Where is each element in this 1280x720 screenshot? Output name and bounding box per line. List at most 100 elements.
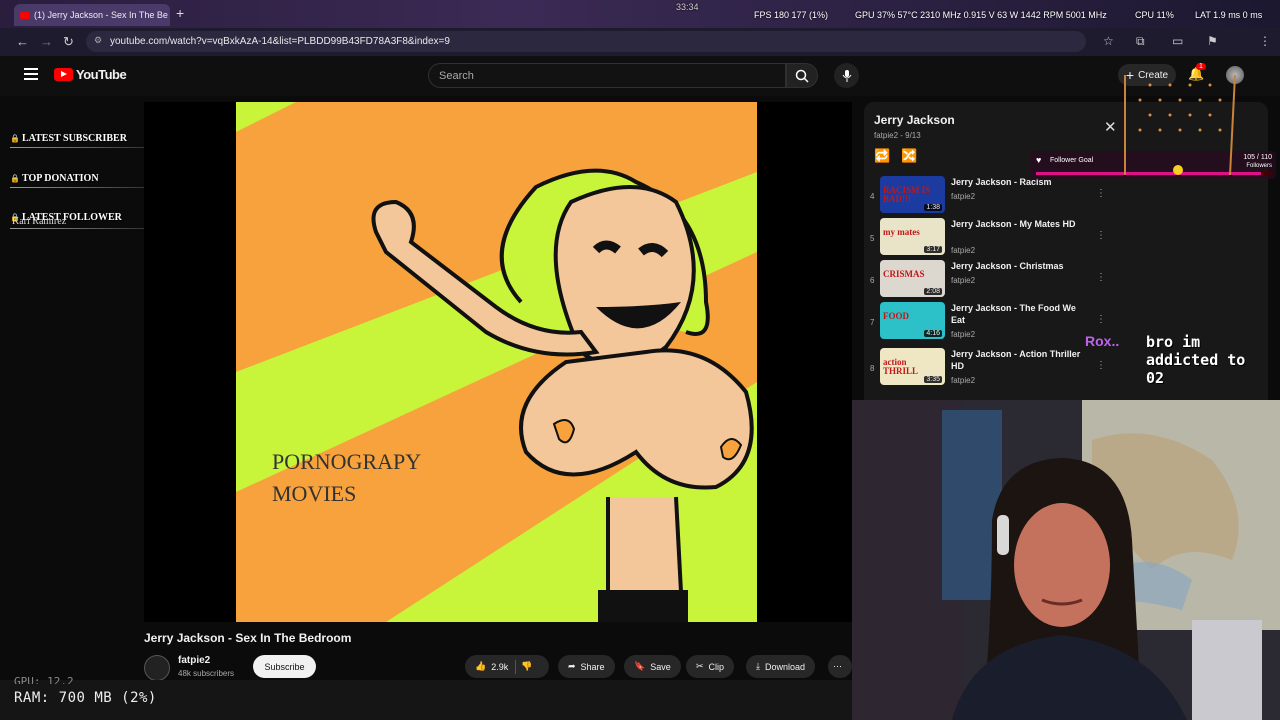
thumbs-down-icon[interactable]: 👎	[521, 661, 532, 672]
youtube-play-icon	[54, 68, 73, 81]
playlist-thumb-text: action THRILL	[883, 357, 919, 376]
voice-search-button[interactable]	[834, 63, 859, 88]
youtube-logo[interactable]: YouTube	[54, 67, 127, 82]
osd-lat: LAT 1.9 ms 0 ms	[1195, 10, 1263, 20]
clip-button[interactable]: ✂ Clip	[686, 655, 735, 678]
cast-icon[interactable]: ▭	[1172, 34, 1183, 48]
subscriber-count: 48k subscribers	[178, 669, 235, 678]
playlist-item-thumbnail[interactable]: RACISM IS BAD!!! 1:38	[880, 176, 945, 213]
browser-tab[interactable]: (1) Jerry Jackson - Sex In The Be ✕	[14, 4, 170, 26]
playlist-item[interactable]: 7 FOOD 4:16 Jerry Jackson - The Food We Eat…	[866, 302, 1106, 344]
more-horizontal-icon: ⋯	[833, 661, 842, 671]
playlist-item-menu-icon[interactable]: ⋮	[1096, 314, 1106, 325]
playlist-thumb-text: CRISMAS	[883, 269, 925, 279]
playlist-thumb-text: RACISM IS BAD!!!	[883, 185, 931, 204]
playlist-item-thumbnail[interactable]: CRISMAS 2:08	[880, 260, 945, 297]
heart-icon: ♥	[1036, 155, 1042, 165]
share-button[interactable]: ➦ Share	[558, 655, 615, 678]
latest-subscriber-label: LATEST SUBSCRIBER	[10, 133, 127, 144]
playlist-item-channel[interactable]: fatpie2	[951, 246, 975, 255]
like-dislike-group: 👍 2.9k 👎	[465, 655, 549, 678]
playlist-title[interactable]: Jerry Jackson	[874, 113, 955, 127]
playlist-item-title[interactable]: Jerry Jackson - The Food We Eat	[951, 302, 1086, 326]
search-button[interactable]	[786, 63, 818, 88]
playlist-item-channel[interactable]: fatpie2	[951, 276, 975, 285]
playlist-item-menu-icon[interactable]: ⋮	[1096, 272, 1106, 283]
playlist-item-thumbnail[interactable]: my mates 3:17	[880, 218, 945, 255]
osd-gpu: GPU 37% 57°C 2310 MHz 0.915 V 63 W 1442 …	[855, 10, 1107, 20]
loop-icon[interactable]: 🔁	[874, 148, 890, 164]
osd-fps: FPS 180 177 (1%)	[754, 10, 829, 20]
channel-avatar[interactable]	[144, 655, 170, 681]
bookmark-icon: 🔖	[634, 661, 646, 671]
thumbnail-caption-line1: PORNOGRAPY	[272, 449, 422, 474]
thumbs-up-icon[interactable]: 👍	[475, 661, 486, 672]
ram-stat-text: RAM: 700 MB (2%)	[14, 690, 157, 706]
download-button[interactable]: ⤓ Download	[746, 655, 816, 678]
playlist-item-duration: 1:38	[924, 204, 942, 211]
new-tab-button[interactable]: +	[176, 5, 184, 21]
save-button[interactable]: 🔖 Save	[624, 655, 681, 678]
playlist-item-channel[interactable]: fatpie2	[951, 330, 975, 339]
site-info-icon[interactable]: ⚙	[94, 35, 103, 46]
playlist-item-title[interactable]: Jerry Jackson - Christmas	[951, 260, 1086, 272]
playlist-item-index: 8	[870, 364, 875, 373]
hamburger-menu-icon[interactable]	[24, 68, 38, 80]
subscribe-button[interactable]: Subscribe	[253, 655, 316, 678]
url-field[interactable]: ⚙ youtube.com/watch?v=vqBxkAzA-14&list=P…	[86, 31, 1086, 52]
share-label: Share	[580, 661, 605, 672]
tab-title: (1) Jerry Jackson - Sex In The Be	[34, 10, 168, 20]
webcam-feed	[852, 400, 1280, 720]
playlist-item[interactable]: 8 action THRILL 3:35 Jerry Jackson - Action…	[866, 348, 1106, 390]
clip-label: Clip	[708, 661, 725, 672]
browser-menu-icon[interactable]: ⋮	[1259, 34, 1271, 48]
playlist-item-thumbnail[interactable]: action THRILL 3:35	[880, 348, 945, 385]
chat-message: bro im addicted to 02	[1146, 333, 1246, 387]
playlist-item[interactable]: 4 RACISM IS BAD!!! 1:38 Jerry Jackson - Rac…	[866, 176, 1106, 218]
more-actions-button[interactable]: ⋯	[828, 655, 852, 678]
bookmark-star-icon[interactable]: ☆	[1103, 34, 1114, 48]
playlist-item-index: 6	[870, 276, 875, 285]
youtube-favicon-icon	[20, 11, 30, 19]
playlist-close-icon[interactable]: ✕	[1104, 118, 1117, 136]
top-donation-label: TOP DONATION	[10, 173, 99, 184]
search-icon	[795, 69, 809, 83]
playlist-item-title[interactable]: Jerry Jackson - My Mates HD	[951, 218, 1086, 230]
playlist-item-thumbnail[interactable]: FOOD 4:16	[880, 302, 945, 339]
playlist-item-menu-icon[interactable]: ⋮	[1096, 360, 1106, 371]
playlist-item-channel[interactable]: fatpie2	[951, 192, 975, 201]
playlist-item[interactable]: 6 CRISMAS 2:08 Jerry Jackson - Christmas fat…	[866, 260, 1106, 302]
playlist-item-menu-icon[interactable]: ⋮	[1096, 188, 1106, 199]
back-icon[interactable]: ←	[16, 34, 29, 49]
follower-goal-label: Follower Goal	[1050, 157, 1094, 164]
playlist-item-title[interactable]: Jerry Jackson - Action Thriller HD	[951, 348, 1086, 372]
like-separator	[515, 659, 517, 674]
cartoon-drawing	[236, 102, 757, 622]
thumbnail-caption-line2: MOVIES	[272, 481, 357, 506]
playlist-item-channel[interactable]: fatpie2	[951, 376, 975, 385]
playlist-item-index: 7	[870, 318, 875, 327]
like-count[interactable]: 2.9k	[491, 662, 508, 672]
playlist-item-duration: 3:17	[924, 246, 942, 253]
channel-name[interactable]: fatpie2	[178, 655, 210, 666]
microphone-icon	[842, 69, 851, 82]
playlist-item[interactable]: 5 my mates 3:17 Jerry Jackson - My Mates HD…	[866, 218, 1106, 260]
playlist-thumb-text: FOOD	[883, 311, 909, 321]
search-input[interactable]: Search	[428, 63, 786, 88]
osd-cpu: CPU 11%	[1135, 10, 1174, 20]
download-label: Download	[764, 661, 806, 672]
playlist-item-index: 5	[870, 234, 875, 243]
playlist-thumb-text: my mates	[883, 227, 920, 237]
url-text: youtube.com/watch?v=vqBxkAzA-14&list=PLB…	[110, 36, 450, 47]
extensions-icon[interactable]: ⧉	[1136, 34, 1145, 49]
extension-icon[interactable]: ⚑	[1207, 34, 1218, 48]
share-icon: ➦	[568, 661, 576, 671]
follower-goal-count: 105 / 110	[1243, 154, 1272, 161]
follower-goal-count-block: 105 / 110 Followers	[1243, 153, 1272, 171]
video-frame[interactable]: PORNOGRAPY MOVIES	[236, 102, 757, 622]
shuffle-icon[interactable]: 🔀	[901, 148, 917, 164]
playlist-item-menu-icon[interactable]: ⋮	[1096, 230, 1106, 241]
reload-icon[interactable]: ↻	[63, 34, 74, 50]
osd-clock: 33:34	[676, 2, 699, 12]
forward-icon[interactable]: →	[40, 34, 53, 49]
